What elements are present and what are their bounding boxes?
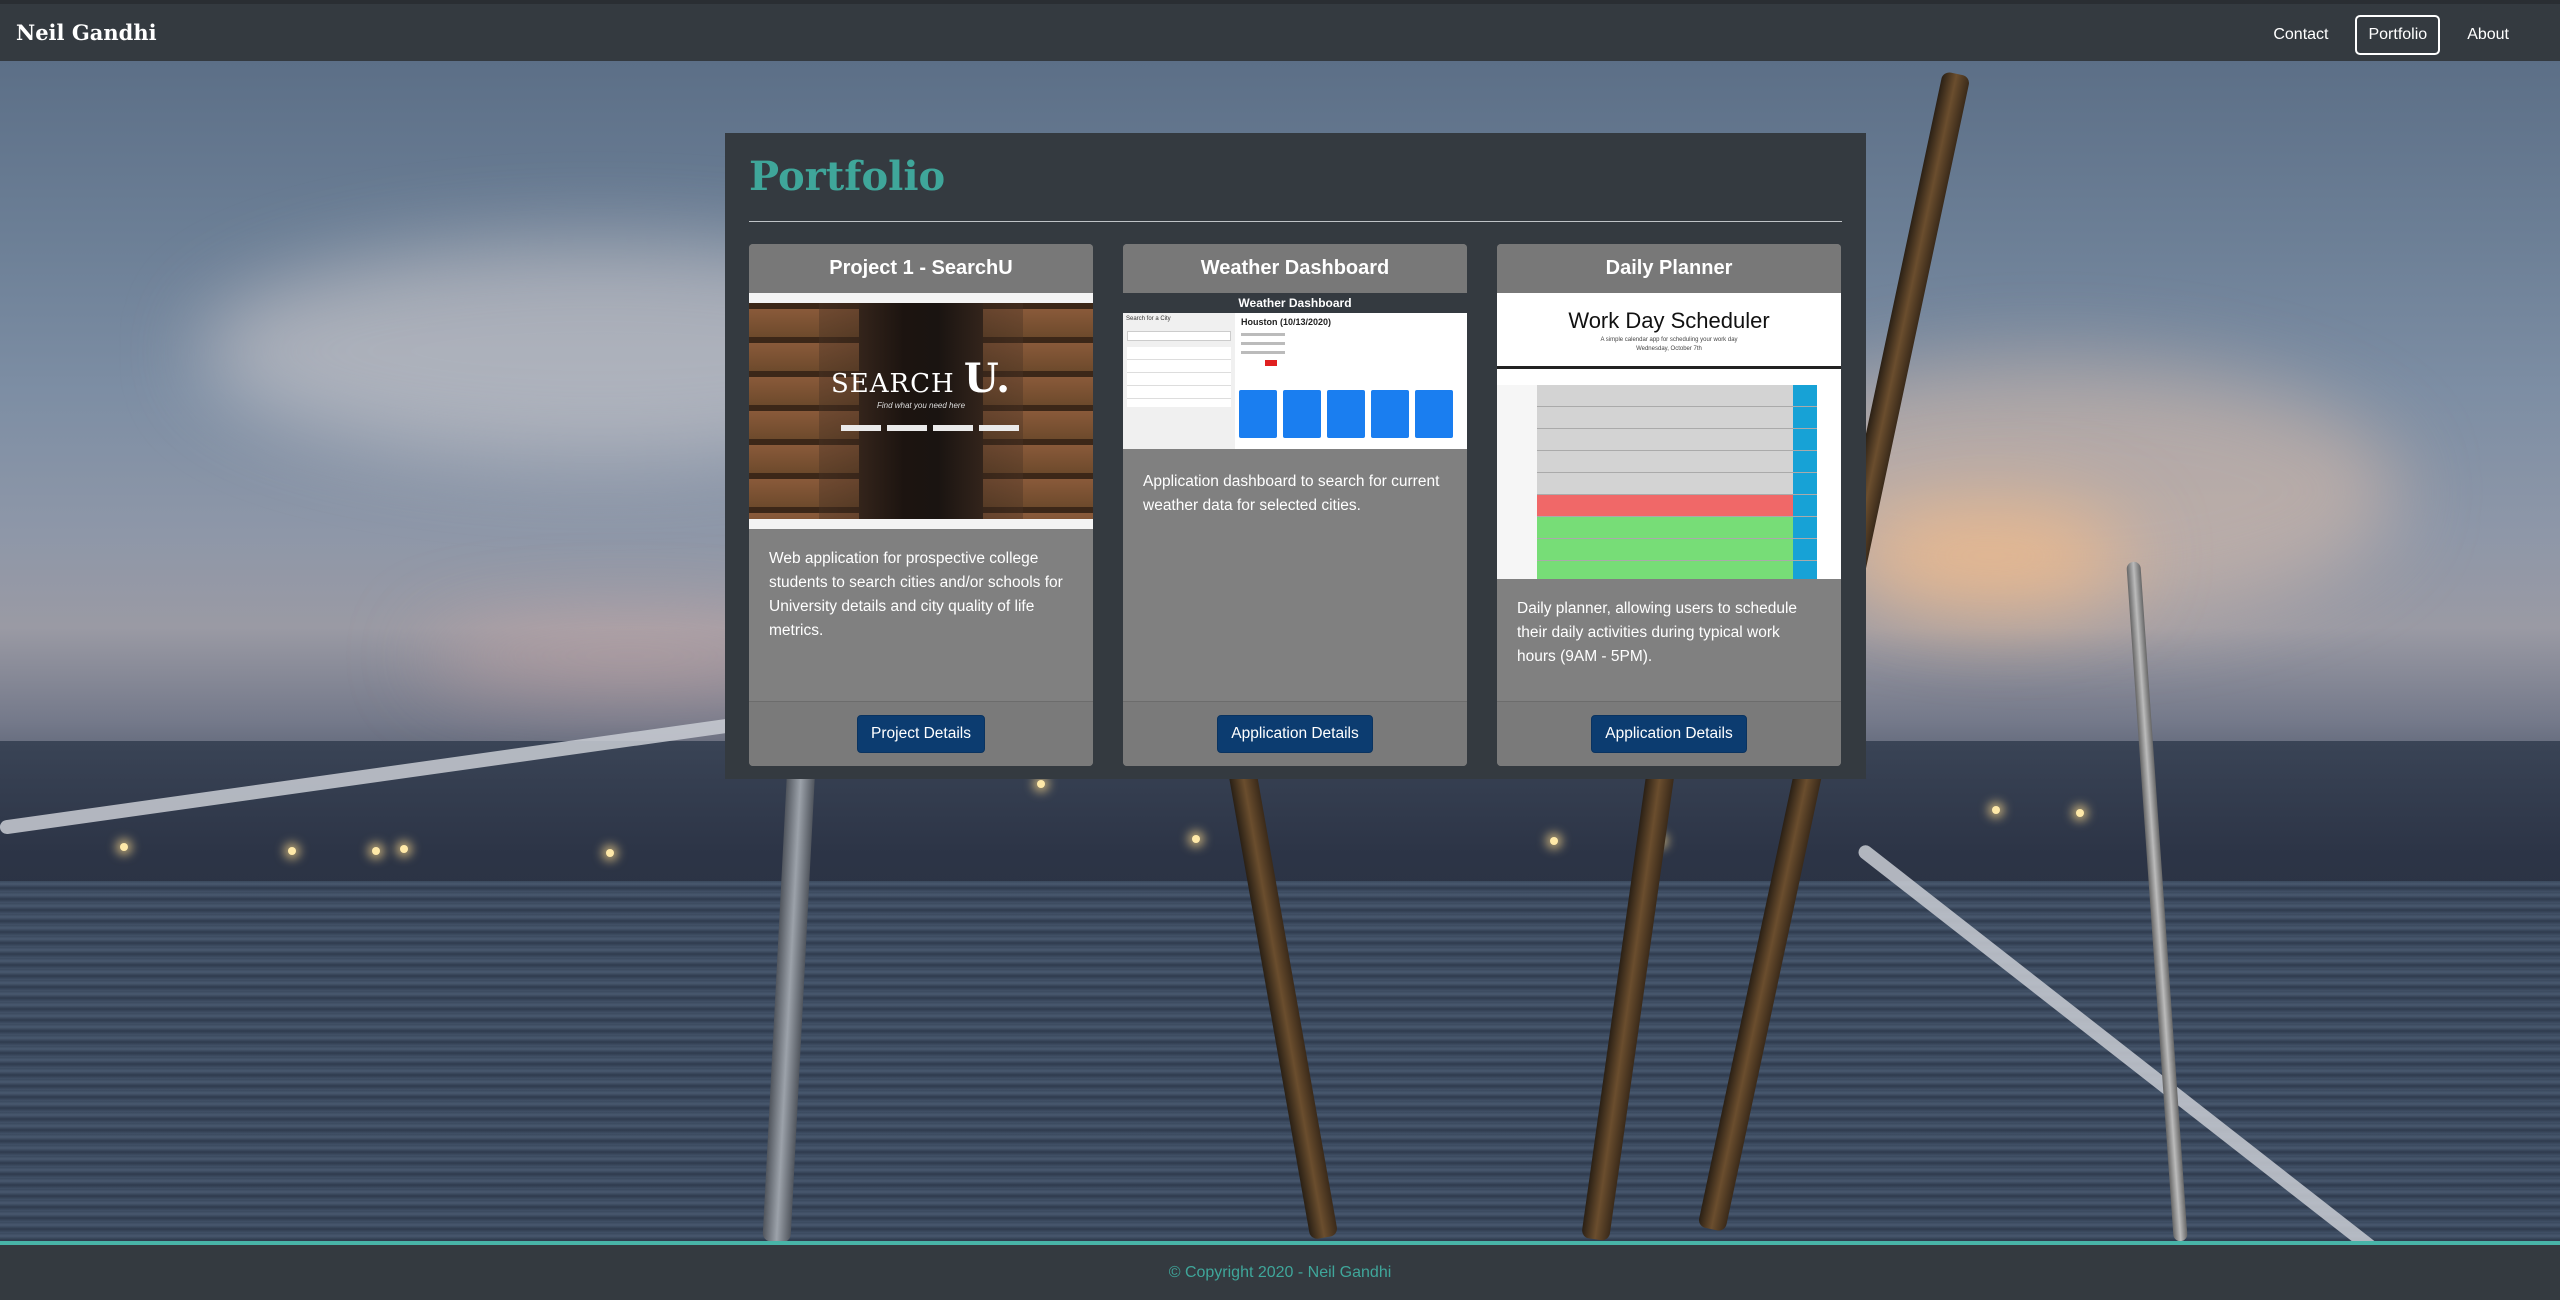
thumb-logo-letter: U. (963, 355, 1012, 402)
project-screenshot-weather: Weather Dashboard Search for a City Hous… (1123, 293, 1467, 449)
card-title: Weather Dashboard (1123, 244, 1467, 293)
footer: © Copyright 2020 - Neil Gandhi (0, 1241, 2560, 1300)
thumb-date: Wednesday, October 7th (1636, 346, 1702, 352)
card-description: Application dashboard to search for curr… (1143, 473, 1440, 514)
card-title: Daily Planner (1497, 244, 1841, 293)
application-details-button[interactable]: Application Details (1591, 715, 1747, 753)
nav-links: Contact Portfolio About (2260, 15, 2522, 55)
thumb-search-label: Search for a City (1126, 316, 1171, 322)
project-cards: Project 1 - SearchU SEARCH U. Find what … (749, 244, 1841, 766)
project-details-button[interactable]: Project Details (857, 715, 985, 753)
portfolio-panel: Portfolio Project 1 - SearchU SEARCH U. … (725, 133, 1866, 779)
thumb-heading: Work Day Scheduler (1568, 308, 1770, 333)
title-divider (749, 221, 1842, 222)
project-card-planner: Daily Planner Work Day Scheduler A simpl… (1497, 244, 1841, 766)
application-details-button[interactable]: Application Details (1217, 715, 1373, 753)
project-screenshot-planner: Work Day Scheduler A simple calendar app… (1497, 293, 1841, 579)
thumb-city: Houston (10/13/2020) (1241, 317, 1332, 327)
thumb-subheading: A simple calendar app for scheduling you… (1600, 337, 1738, 343)
card-footer: Application Details (1123, 701, 1467, 766)
copyright-text: © Copyright 2020 - Neil Gandhi (1168, 1264, 1392, 1281)
navbar: Neil Gandhi Contact Portfolio About (0, 0, 2560, 61)
project-screenshot-searchu: SEARCH U. Find what you need here (749, 293, 1093, 529)
thumb-logo-text: SEARCH (830, 369, 955, 399)
card-title: Project 1 - SearchU (749, 244, 1093, 293)
project-card-weather: Weather Dashboard Weather Dashboard Sear… (1123, 244, 1467, 766)
card-description: Daily planner, allowing users to schedul… (1517, 600, 1798, 665)
card-footer: Application Details (1497, 701, 1841, 766)
brand-logo[interactable]: Neil Gandhi (16, 20, 157, 45)
page-title: Portfolio (749, 153, 946, 200)
project-card-searchu: Project 1 - SearchU SEARCH U. Find what … (749, 244, 1093, 766)
thumb-tagline: Find what you need here (876, 401, 966, 410)
card-footer: Project Details (749, 701, 1093, 766)
nav-link-about[interactable]: About (2454, 15, 2522, 55)
nav-link-portfolio[interactable]: Portfolio (2355, 15, 2441, 55)
nav-link-contact[interactable]: Contact (2260, 15, 2341, 55)
thumb-header: Weather Dashboard (1123, 293, 1467, 313)
card-description: Web application for prospective college … (769, 550, 1063, 639)
